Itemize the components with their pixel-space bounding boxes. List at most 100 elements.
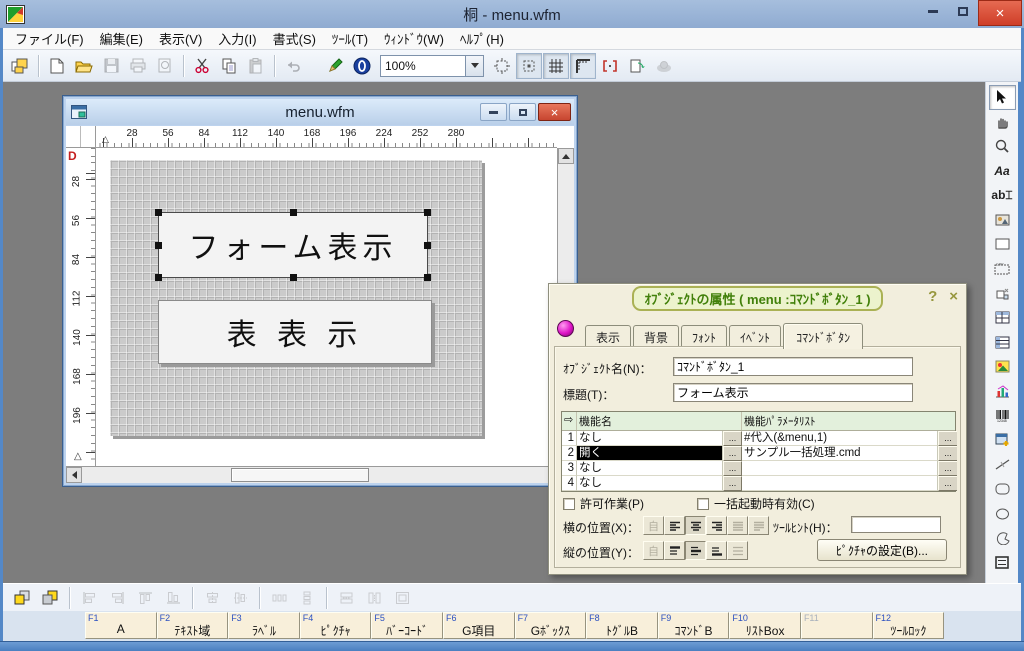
selection-handle[interactable]: [290, 274, 297, 281]
menu-item[interactable]: 表示(V): [151, 27, 210, 50]
object-name-input[interactable]: [673, 357, 913, 376]
command-button-object-2[interactable]: 表 表 示: [158, 300, 432, 364]
hand-tool-button[interactable]: [989, 110, 1016, 135]
select-area-button[interactable]: [597, 53, 623, 79]
edit-mode-button[interactable]: [322, 53, 348, 79]
horizontal-scrollbar[interactable]: [66, 466, 557, 483]
chart-tool-button[interactable]: [989, 379, 1016, 404]
minimize-button[interactable]: [918, 0, 948, 22]
command-button-object-1[interactable]: フォーム表示: [158, 212, 428, 278]
function-key-button[interactable]: F1 A: [85, 612, 157, 639]
function-key-button[interactable]: F10 ﾘｽﾄBox: [729, 612, 801, 639]
child-close-button[interactable]: ×: [538, 103, 571, 121]
record-table-tool-button[interactable]: [989, 330, 1016, 355]
show-grid-button[interactable]: [543, 53, 569, 79]
copy-button[interactable]: [216, 53, 242, 79]
close-button[interactable]: ×: [978, 0, 1022, 26]
zoom-tool-button[interactable]: [989, 134, 1016, 159]
undo-button[interactable]: [280, 53, 306, 79]
fit-page-button[interactable]: [489, 53, 515, 79]
function-key-button[interactable]: F12 ﾂｰﾙﾛｯｸ: [873, 612, 945, 639]
menu-item[interactable]: ｳｨﾝﾄﾞｳ(W): [376, 27, 452, 50]
function-param-picker-button[interactable]: ...: [938, 446, 957, 461]
bring-to-front-button[interactable]: [9, 585, 35, 611]
space-evenly-vertical-button[interactable]: [294, 585, 320, 611]
child-maximize-button[interactable]: [509, 103, 536, 121]
batch-start-checkbox[interactable]: 一括起動時有効(C): [697, 495, 815, 512]
picture-tool-button[interactable]: [989, 355, 1016, 380]
dialog-tab[interactable]: ｺﾏﾝﾄﾞﾎﾞﾀﾝ: [783, 323, 863, 349]
function-name-cell[interactable]: なし: [577, 461, 723, 476]
caption-input[interactable]: [673, 383, 913, 402]
layout-tool-button[interactable]: [989, 281, 1016, 306]
valign-auto-button[interactable]: 自: [643, 541, 664, 560]
menu-item[interactable]: 書式(S): [265, 27, 324, 50]
scroll-left-button[interactable]: [66, 467, 82, 483]
scroll-up-button[interactable]: [558, 148, 574, 164]
window-list-button[interactable]: [7, 53, 33, 79]
function-param-picker-button[interactable]: ...: [938, 461, 957, 476]
dialog-tab[interactable]: ﾌｫﾝﾄ: [681, 325, 727, 348]
selection-handle[interactable]: [424, 242, 431, 249]
function-key-button[interactable]: F9 ｺﾏﾝﾄﾞB: [658, 612, 730, 639]
textbox-tool-button[interactable]: ab⌶: [989, 183, 1016, 208]
zoom-dropdown-button[interactable]: [465, 56, 483, 76]
selection-handle[interactable]: [155, 209, 162, 216]
dialog-close-button[interactable]: ×: [949, 288, 958, 305]
function-name-picker-button[interactable]: ...: [723, 446, 742, 461]
function-key-button[interactable]: F7 Gﾎﾞｯｸｽ: [515, 612, 587, 639]
menu-item[interactable]: 入力(I): [210, 27, 264, 50]
align-top-edges-button[interactable]: [132, 585, 158, 611]
stamp-tool-button[interactable]: [989, 208, 1016, 233]
function-key-button[interactable]: F3 ﾗﾍﾞﾙ: [228, 612, 300, 639]
arc-tool-button[interactable]: [989, 526, 1016, 551]
valign-middle-button[interactable]: [685, 541, 706, 560]
open-file-button[interactable]: [71, 53, 97, 79]
dialog-tab[interactable]: 表示: [585, 325, 631, 348]
halign-center-button[interactable]: [685, 516, 706, 535]
object-attributes-button[interactable]: [349, 53, 375, 79]
menu-item[interactable]: ﾂｰﾙ(T): [324, 27, 376, 50]
table-tool-button[interactable]: [989, 306, 1016, 331]
function-key-button[interactable]: F6 G項目: [443, 612, 515, 639]
function-param-picker-button[interactable]: ...: [938, 431, 957, 446]
dialog-tab[interactable]: 背景: [633, 325, 679, 348]
line-tool-button[interactable]: [989, 453, 1016, 478]
function-name-picker-button[interactable]: ...: [723, 476, 742, 491]
function-name-picker-button[interactable]: ...: [723, 461, 742, 476]
form-page-grid[interactable]: フォーム表示 表 表 示: [110, 160, 482, 436]
same-size-button[interactable]: [389, 585, 415, 611]
space-evenly-horizontal-button[interactable]: [266, 585, 292, 611]
same-height-button[interactable]: [361, 585, 387, 611]
zoom-select[interactable]: 100%: [380, 55, 484, 77]
same-width-button[interactable]: [333, 585, 359, 611]
dialog-title-bar[interactable]: ｵﾌﾞｼﾞｪｸﾄの属性 ( menu :ｺﾏﾝﾄﾞﾎﾞﾀﾝ_1 ): [549, 284, 966, 312]
tooltip-input[interactable]: [851, 516, 941, 533]
child-minimize-button[interactable]: [480, 103, 507, 121]
cut-button[interactable]: [189, 53, 215, 79]
send-button[interactable]: [651, 53, 677, 79]
align-right-edges-button[interactable]: [104, 585, 130, 611]
menu-item[interactable]: 編集(E): [92, 27, 151, 50]
selection-handle[interactable]: [424, 274, 431, 281]
center-vertical-button[interactable]: [227, 585, 253, 611]
print-button[interactable]: [125, 53, 151, 79]
function-key-button[interactable]: F5 ﾊﾞｰｺｰﾄﾞ: [371, 612, 443, 639]
function-key-button[interactable]: F2 ﾃｷｽﾄ域: [157, 612, 229, 639]
select-tool-button[interactable]: [989, 85, 1016, 110]
subform-tool-button[interactable]: [989, 428, 1016, 453]
halign-left-button[interactable]: [664, 516, 685, 535]
group-frame-tool-button[interactable]: GRP: [989, 257, 1016, 282]
ellipse-tool-button[interactable]: [989, 502, 1016, 527]
show-ruler-button[interactable]: [570, 53, 596, 79]
function-key-button[interactable]: F11: [801, 612, 873, 639]
halign-right-button[interactable]: [706, 516, 727, 535]
print-preview-button[interactable]: [152, 53, 178, 79]
valign-top-button[interactable]: [664, 541, 685, 560]
form-canvas[interactable]: フォーム表示 表 表 示: [96, 148, 557, 466]
page-setup-button[interactable]: [624, 53, 650, 79]
selection-handle[interactable]: [155, 242, 162, 249]
function-name-cell[interactable]: なし: [577, 476, 723, 491]
picture-settings-button[interactable]: ﾋﾟｸﾁｬの設定(B)...: [817, 539, 947, 561]
send-to-back-button[interactable]: [37, 585, 63, 611]
